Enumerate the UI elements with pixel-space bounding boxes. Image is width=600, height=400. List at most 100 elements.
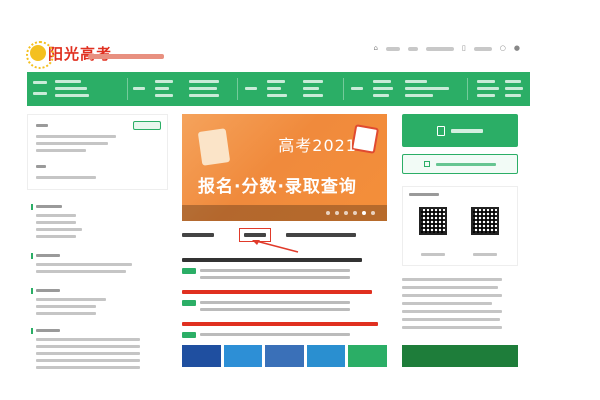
nav-link[interactable] <box>477 87 499 90</box>
nav-link[interactable] <box>267 87 281 90</box>
nav-link[interactable] <box>303 80 323 83</box>
nav-label[interactable] <box>33 81 47 84</box>
link[interactable] <box>36 305 96 308</box>
nav-link[interactable] <box>155 87 169 90</box>
nav-link[interactable] <box>189 87 217 90</box>
nav-link[interactable] <box>55 94 89 97</box>
top-link[interactable] <box>425 46 454 51</box>
news-headline[interactable] <box>182 258 362 262</box>
link[interactable] <box>402 310 502 313</box>
site-logo-text: 阳光高考 <box>48 44 113 63</box>
section-marker <box>31 253 33 259</box>
partner-logo[interactable] <box>265 345 304 367</box>
link[interactable] <box>36 345 140 348</box>
link[interactable] <box>36 359 140 362</box>
nav-label[interactable] <box>133 87 145 90</box>
section-title <box>36 254 60 257</box>
news-summary[interactable] <box>200 308 350 311</box>
site-logo[interactable]: 阳光高考 <box>26 41 113 69</box>
top-link[interactable] <box>473 46 492 51</box>
calendar-line[interactable] <box>36 176 96 179</box>
partner-logo[interactable] <box>348 345 387 367</box>
news-summary[interactable] <box>200 301 350 304</box>
link[interactable] <box>402 318 500 321</box>
link[interactable] <box>36 338 140 341</box>
nav-link[interactable] <box>405 87 449 90</box>
nav-link[interactable] <box>155 94 173 97</box>
link[interactable] <box>36 366 140 369</box>
nav-link[interactable] <box>505 94 521 97</box>
nav-label[interactable] <box>245 87 257 90</box>
carousel-dot[interactable] <box>353 211 357 215</box>
wechat-icon[interactable]: ● <box>514 45 520 52</box>
carousel-dot[interactable] <box>326 211 330 215</box>
top-link[interactable] <box>385 46 400 51</box>
nav-link[interactable] <box>189 80 219 83</box>
calendar-line[interactable] <box>36 135 116 138</box>
link[interactable] <box>36 235 76 238</box>
partner-logo[interactable] <box>402 345 518 367</box>
nav-link[interactable] <box>505 80 521 83</box>
partner-logo[interactable] <box>182 345 221 367</box>
carousel-dot-active[interactable] <box>362 211 366 215</box>
link[interactable] <box>402 294 502 297</box>
nav-link[interactable] <box>303 94 323 97</box>
nav-link[interactable] <box>405 80 427 83</box>
nav-link[interactable] <box>373 80 391 83</box>
nav-link[interactable] <box>405 94 433 97</box>
primary-action-button[interactable] <box>402 114 518 147</box>
nav-link[interactable] <box>505 87 523 90</box>
nav-link[interactable] <box>373 87 393 90</box>
nav-link[interactable] <box>373 94 389 97</box>
link[interactable] <box>36 214 76 217</box>
tab[interactable] <box>286 233 356 237</box>
nav-link[interactable] <box>477 80 495 83</box>
link[interactable] <box>402 302 492 305</box>
home-icon[interactable]: ⌂ <box>373 45 377 52</box>
nav-link[interactable] <box>55 87 87 90</box>
partner-logo[interactable] <box>223 345 263 367</box>
link[interactable] <box>402 326 502 329</box>
link[interactable] <box>402 278 502 281</box>
calendar-line[interactable] <box>36 142 108 145</box>
link[interactable] <box>36 221 76 224</box>
nav-link[interactable] <box>477 94 495 97</box>
link[interactable] <box>36 298 106 301</box>
nav-label[interactable] <box>33 92 47 95</box>
news-headline-red[interactable] <box>182 322 378 326</box>
carousel-dot[interactable] <box>371 211 375 215</box>
header: 阳光高考 ⌂ ▯ ○ ● <box>0 0 600 69</box>
nav-link[interactable] <box>267 94 287 97</box>
link[interactable] <box>36 263 132 266</box>
top-link[interactable] <box>407 46 418 51</box>
nav-link[interactable] <box>155 80 173 83</box>
nav-link[interactable] <box>267 80 285 83</box>
link[interactable] <box>36 352 140 355</box>
nav-link[interactable] <box>303 87 319 90</box>
news-summary[interactable] <box>200 276 350 279</box>
link[interactable] <box>36 270 126 273</box>
carousel-dot[interactable] <box>335 211 339 215</box>
nav-label[interactable] <box>351 87 363 90</box>
nav-link[interactable] <box>55 80 81 83</box>
secondary-action-button[interactable] <box>402 154 518 174</box>
partner-logo[interactable] <box>306 345 346 367</box>
calendar-line[interactable] <box>36 149 86 152</box>
tab[interactable] <box>182 233 214 237</box>
banner[interactable]: 高考2021 报名·分数·录取查询 <box>182 114 387 221</box>
more-tag[interactable] <box>133 121 161 130</box>
document-icon <box>437 125 445 136</box>
nav-link[interactable] <box>189 94 219 97</box>
link[interactable] <box>36 228 82 231</box>
link[interactable] <box>402 286 498 289</box>
page: 阳光高考 ⌂ ▯ ○ ● 高考2021 报名·分数·录取查询 <box>0 0 600 400</box>
news-headline-red[interactable] <box>182 290 372 294</box>
left-column <box>27 114 168 400</box>
weibo-icon[interactable]: ○ <box>500 45 506 52</box>
news-summary[interactable] <box>200 269 350 272</box>
mobile-icon[interactable]: ▯ <box>462 45 466 52</box>
link[interactable] <box>36 312 96 315</box>
carousel-dot[interactable] <box>344 211 348 215</box>
section-marker <box>31 328 33 334</box>
news-summary[interactable] <box>200 333 350 336</box>
